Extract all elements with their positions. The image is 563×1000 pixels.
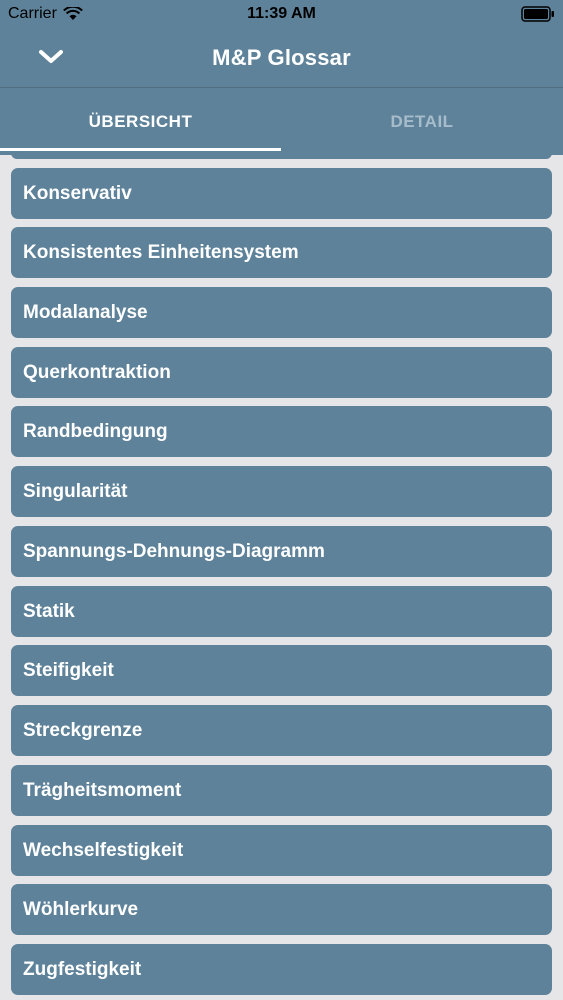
battery-icon bbox=[521, 6, 555, 22]
tab-uebersicht-label: ÜBERSICHT bbox=[88, 111, 193, 131]
list-item[interactable]: Wechselfestigkeit bbox=[11, 825, 552, 876]
list-item[interactable]: Streckgrenze bbox=[11, 705, 552, 756]
glossary-list[interactable]: Konservativ Konsistentes Einheitensystem… bbox=[0, 155, 563, 1000]
status-bar: Carrier 11:39 AM bbox=[0, 0, 563, 30]
navigation-bar: M&P Glossar bbox=[0, 30, 563, 86]
list-item[interactable]: Trägheitsmoment bbox=[11, 765, 552, 816]
list-item-partial[interactable] bbox=[11, 155, 552, 159]
active-tab-indicator bbox=[0, 148, 281, 151]
page-title: M&P Glossar bbox=[212, 45, 351, 70]
tab-detail-label: DETAIL bbox=[390, 111, 454, 131]
tab-bar: ÜBERSICHT DETAIL bbox=[0, 88, 563, 155]
list-item[interactable]: Konservativ bbox=[11, 168, 552, 219]
list-item[interactable]: Wöhlerkurve bbox=[11, 884, 552, 935]
list-item[interactable]: Konsistentes Einheitensystem bbox=[11, 227, 552, 278]
list-item[interactable]: Modalanalyse bbox=[11, 287, 552, 338]
screen: Carrier 11:39 AM M&P Glossar ÜBERSICHT D… bbox=[0, 0, 563, 1000]
list-item[interactable]: Singularität bbox=[11, 466, 552, 517]
status-time: 11:39 AM bbox=[247, 5, 316, 22]
list-item[interactable]: Zugfestigkeit bbox=[11, 944, 552, 995]
list-item[interactable]: Spannungs-Dehnungs-Diagramm bbox=[11, 526, 552, 577]
tab-uebersicht[interactable]: ÜBERSICHT bbox=[0, 88, 281, 155]
list-item[interactable]: Querkontraktion bbox=[11, 347, 552, 398]
header: Carrier 11:39 AM M&P Glossar ÜBERSICHT D… bbox=[0, 0, 563, 155]
list-item[interactable]: Statik bbox=[11, 586, 552, 637]
list-item[interactable]: Randbedingung bbox=[11, 406, 552, 457]
list-item[interactable]: Steifigkeit bbox=[11, 645, 552, 696]
tab-detail[interactable]: DETAIL bbox=[281, 88, 563, 155]
